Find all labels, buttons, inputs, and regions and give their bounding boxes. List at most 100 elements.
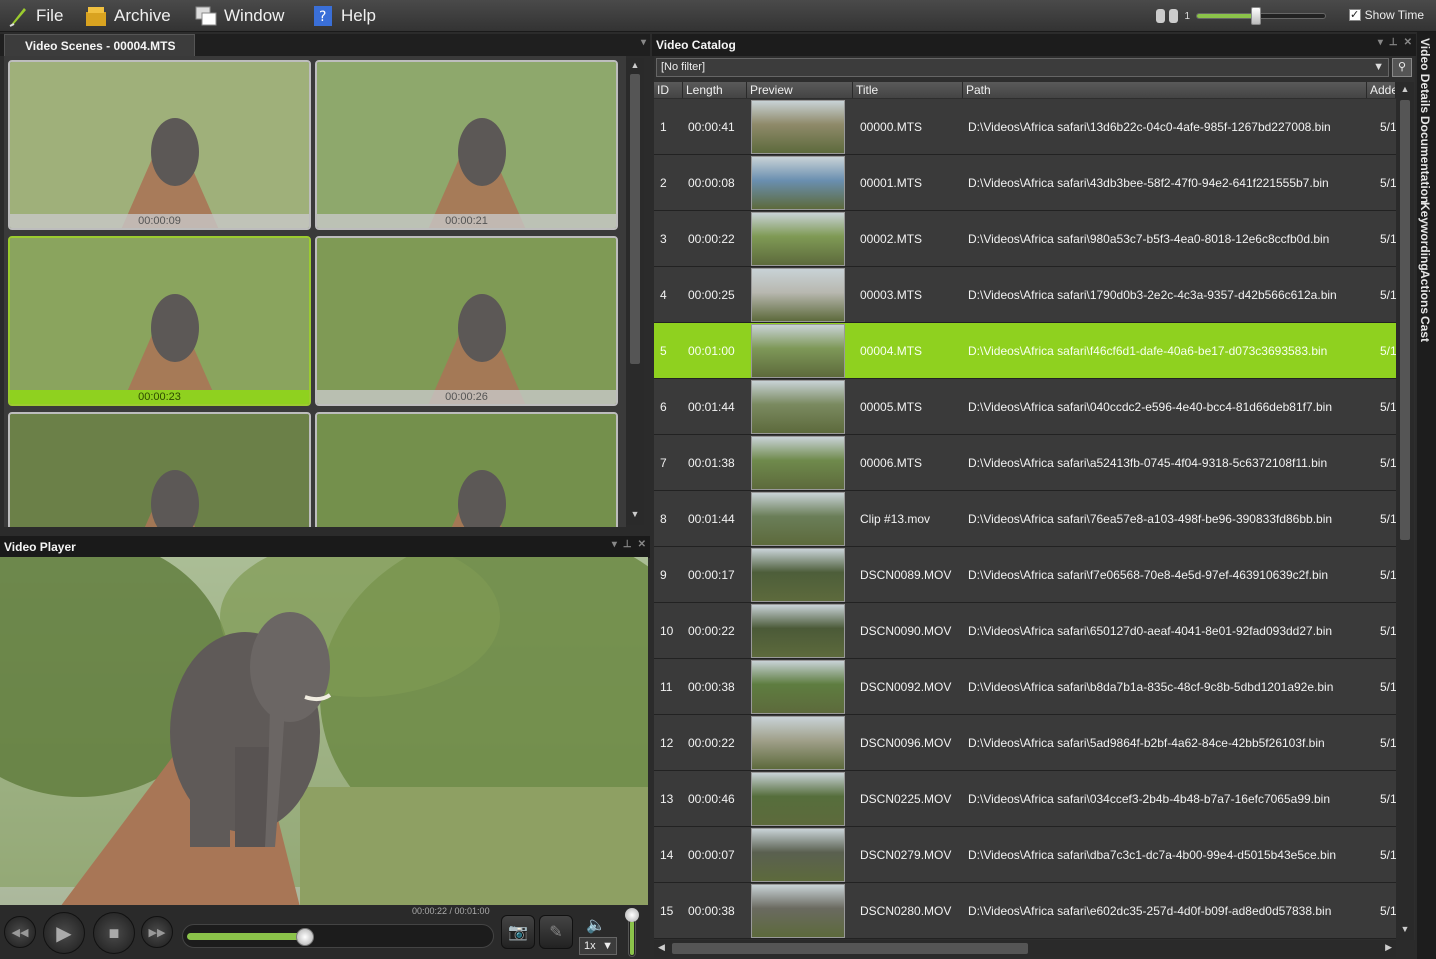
table-row[interactable]: 3 00:00:22 00002.MTS D:\Videos\Africa safar… <box>654 211 1396 267</box>
volume-slider[interactable] <box>625 908 639 957</box>
cell-preview <box>751 324 845 378</box>
cell-length: 00:00:38 <box>688 680 735 694</box>
pin-icon[interactable]: ⊥ <box>623 539 632 550</box>
table-row[interactable]: 6 00:01:44 00005.MTS D:\Videos\Africa safar… <box>654 379 1396 435</box>
cell-preview <box>751 548 845 602</box>
tab-actions[interactable]: Actions <box>1418 270 1432 314</box>
speed-selector[interactable]: 1x ▼ <box>579 937 617 955</box>
scene-thumbnail[interactable] <box>8 412 311 527</box>
table-row[interactable]: 4 00:00:25 00003.MTS D:\Videos\Africa safar… <box>654 267 1396 323</box>
cell-added: 5/19 <box>1380 120 1396 134</box>
scene-thumbnail[interactable]: 00:00:09 <box>8 60 311 230</box>
table-row[interactable]: 10 00:00:22 DSCN0090.MOV D:\Videos\Africa s… <box>654 603 1396 659</box>
table-row[interactable]: 2 00:00:08 00001.MTS D:\Videos\Africa safar… <box>654 155 1396 211</box>
cell-id: 5 <box>660 344 667 358</box>
file-menu[interactable]: File <box>6 0 63 32</box>
cell-preview <box>751 828 845 882</box>
cell-added: 5/19 <box>1380 232 1396 246</box>
catalog-scrollbar[interactable]: ▲ ▼ <box>1396 82 1414 940</box>
scene-thumbnail[interactable] <box>315 412 618 527</box>
cell-preview <box>751 772 845 826</box>
column-header-length[interactable]: Length <box>683 82 747 98</box>
tab-video-scenes[interactable]: Video Scenes - 00004.MTS <box>4 34 195 56</box>
scene-thumbnail[interactable]: 00:00:23 <box>8 236 311 406</box>
zoom-slider-thumb[interactable] <box>1250 7 1261 25</box>
cell-added: 5/19 <box>1380 624 1396 638</box>
tab-documentation[interactable]: Documentation <box>1418 116 1432 203</box>
dropdown-icon[interactable]: ▾ <box>1378 37 1383 48</box>
scene-thumbnail[interactable]: 00:00:26 <box>315 236 618 406</box>
volume-icon[interactable]: 🔈 <box>586 915 606 935</box>
edit-button[interactable]: ✎ <box>539 915 573 949</box>
scroll-up-icon[interactable]: ▲ <box>626 60 644 74</box>
table-row[interactable]: 5 00:01:00 00004.MTS D:\Videos\Africa safar… <box>654 323 1396 379</box>
column-header-preview[interactable]: Preview <box>747 82 853 98</box>
help-menu[interactable]: ? Help <box>311 0 376 32</box>
catalog-panel-controls: ▾ ⊥ ✕ <box>1378 37 1412 48</box>
column-header-title[interactable]: Title <box>853 82 963 98</box>
scene-thumbnail[interactable]: 00:00:21 <box>315 60 618 230</box>
table-row[interactable]: 12 00:00:22 DSCN0096.MOV D:\Videos\Africa s… <box>654 715 1396 771</box>
cell-length: 00:01:44 <box>688 512 735 526</box>
dropdown-icon[interactable]: ▾ <box>641 37 646 48</box>
scroll-left-icon[interactable]: ◀ <box>658 942 665 953</box>
pin-icon[interactable]: ⊥ <box>1389 37 1398 48</box>
window-menu[interactable]: Window <box>194 0 284 32</box>
table-row[interactable]: 1 00:00:41 00000.MTS D:\Videos\Africa safar… <box>654 99 1396 155</box>
scenes-scrollbar[interactable]: ▲ ▼ <box>626 58 644 525</box>
scroll-down-icon[interactable]: ▼ <box>1396 924 1414 938</box>
table-row[interactable]: 14 00:00:07 DSCN0279.MOV D:\Videos\Africa s… <box>654 827 1396 883</box>
column-header-id[interactable]: ID <box>654 82 683 98</box>
scroll-right-icon[interactable]: ▶ <box>1385 942 1392 953</box>
table-row[interactable]: 7 00:01:38 00006.MTS D:\Videos\Africa safar… <box>654 435 1396 491</box>
video-frame[interactable] <box>0 557 648 907</box>
column-header-added[interactable]: Adde <box>1367 82 1396 98</box>
close-icon[interactable]: ✕ <box>1404 37 1412 48</box>
filter-dropdown[interactable]: [No filter] ▼ <box>656 58 1389 77</box>
scroll-down-icon[interactable]: ▼ <box>626 509 644 523</box>
cell-length: 00:00:22 <box>688 232 735 246</box>
column-header-path[interactable]: Path <box>963 82 1367 98</box>
svg-text:?: ? <box>319 9 326 25</box>
snapshot-button[interactable]: 📷 <box>501 915 535 949</box>
stop-button[interactable]: ■ <box>93 912 135 954</box>
table-row[interactable]: 9 00:00:17 DSCN0089.MOV D:\Videos\Africa sa… <box>654 547 1396 603</box>
close-icon[interactable]: ✕ <box>638 539 646 550</box>
table-row[interactable]: 8 00:01:44 Clip #13.mov D:\Videos\Africa sa… <box>654 491 1396 547</box>
filter-button[interactable]: ⚲ <box>1392 58 1412 77</box>
funnel-icon: ⚲ <box>1397 61 1407 73</box>
tab-cast[interactable]: Cast <box>1418 316 1432 342</box>
play-button[interactable]: ▶ <box>43 912 85 954</box>
show-time-toggle[interactable]: ✓ Show Time <box>1348 8 1424 22</box>
windows-icon <box>195 6 217 26</box>
volume-slider-thumb[interactable] <box>625 908 639 922</box>
seek-bar-thumb[interactable] <box>295 928 314 946</box>
tab-video-details[interactable]: Video Details <box>1418 38 1432 113</box>
cell-length: 00:01:00 <box>688 344 735 358</box>
show-time-checkbox[interactable]: ✓ <box>1348 9 1361 21</box>
scroll-up-icon[interactable]: ▲ <box>1396 84 1414 98</box>
menu-bar: File Archive Window ? Help 1 ✓ Show Time <box>0 0 1436 32</box>
zoom-slider[interactable] <box>1196 7 1326 25</box>
archive-menu[interactable]: Archive <box>84 0 171 32</box>
seek-bar[interactable] <box>182 924 494 948</box>
catalog-horizontal-scrollbar[interactable]: ◀ ▶ <box>654 940 1396 957</box>
cell-preview <box>751 156 845 210</box>
dropdown-icon[interactable]: ▾ <box>612 539 617 550</box>
catalog-hscroll-thumb[interactable] <box>672 943 1028 954</box>
filter-value: [No filter] <box>661 61 706 73</box>
cell-preview <box>751 660 845 714</box>
table-row[interactable]: 13 00:00:46 DSCN0225.MOV D:\Videos\Africa s… <box>654 771 1396 827</box>
rewind-button[interactable]: ◀◀ <box>4 916 36 948</box>
table-row[interactable]: 11 00:00:38 DSCN0092.MOV D:\Videos\Africa s… <box>654 659 1396 715</box>
feather-icon <box>9 8 26 27</box>
table-row[interactable]: 15 00:00:38 DSCN0280.MOV D:\Videos\Africa s… <box>654 883 1396 939</box>
fast-forward-button[interactable]: ▶▶ <box>141 916 173 948</box>
scenes-scroll-thumb[interactable] <box>630 74 640 364</box>
tab-keywording[interactable]: Keywording <box>1418 202 1432 271</box>
seek-bar-fill <box>187 933 303 940</box>
show-time-label: Show Time <box>1364 8 1424 22</box>
scene-image <box>10 62 309 228</box>
scene-image <box>10 414 309 527</box>
catalog-scroll-thumb[interactable] <box>1400 100 1410 540</box>
